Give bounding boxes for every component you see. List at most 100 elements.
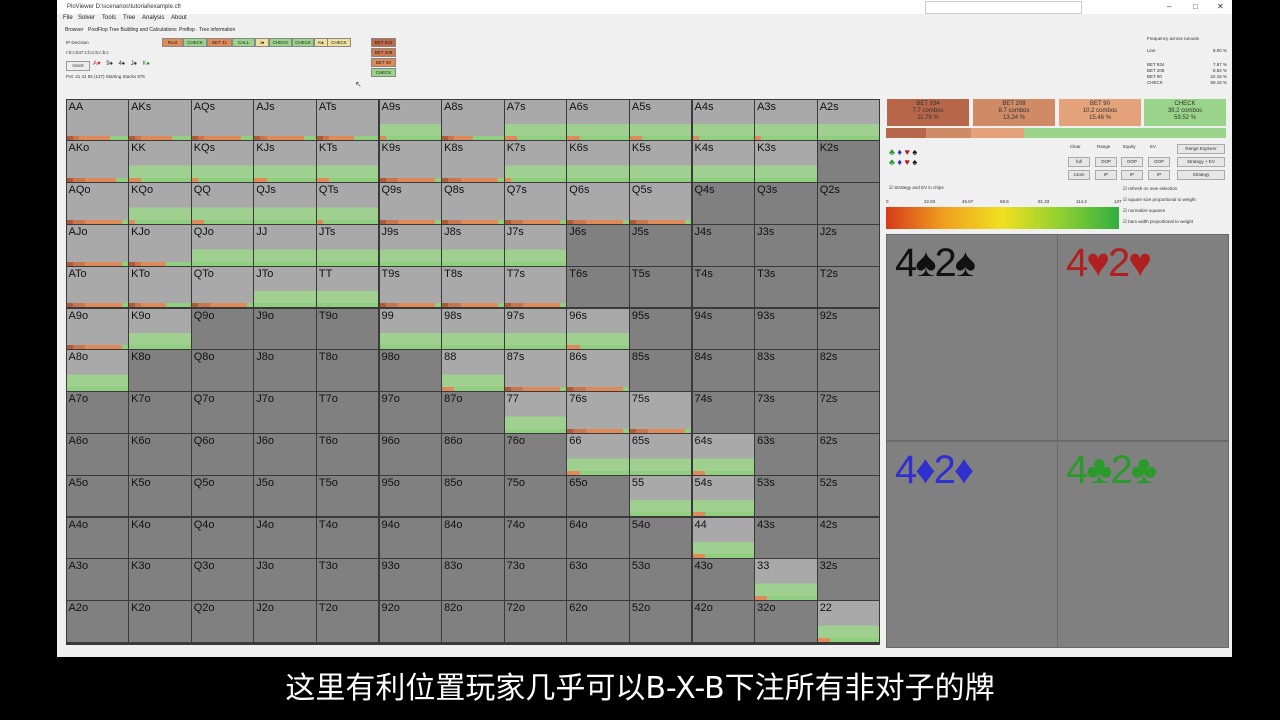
square-size-checkbox[interactable]: ☑ square size proportional to weight [1123, 197, 1196, 203]
hand-cell[interactable]: T3s [755, 266, 817, 308]
hand-cell[interactable]: Q3s [755, 183, 817, 224]
hand-cell[interactable]: T3o [316, 559, 379, 601]
hand-cell[interactable]: TT [316, 266, 379, 308]
hand-cell[interactable]: 53s [755, 475, 817, 517]
hand-cell[interactable]: T5o [316, 475, 379, 517]
hand-cell[interactable]: 97o [379, 392, 442, 433]
hand-cell[interactable]: 99 [379, 308, 442, 350]
action-choice-button[interactable]: BET 90 [371, 58, 396, 67]
combo-box[interactable]: 4♠2♠ [886, 234, 1058, 441]
hand-cell[interactable]: A8o [66, 350, 129, 392]
hand-cell[interactable]: Q8o [191, 350, 254, 392]
hand-cell[interactable]: 93s [755, 308, 817, 350]
hand-cell[interactable]: J9s [379, 224, 442, 266]
hand-cell[interactable]: Q5s [629, 183, 692, 224]
hand-cell[interactable]: Q2o [191, 601, 254, 642]
hand-cell[interactable]: 74o [504, 517, 567, 559]
strategy-ev-button[interactable]: Strategy + EV [1177, 157, 1225, 167]
hand-cell[interactable]: 83o [442, 559, 504, 601]
hand-cell[interactable]: 92s [817, 308, 880, 350]
hand-cell[interactable]: T9s [379, 266, 442, 308]
hand-cell[interactable]: J3o [254, 559, 316, 601]
hand-cell[interactable]: 76s [567, 392, 629, 433]
hand-cell[interactable]: JTs [316, 224, 379, 266]
hand-cell[interactable]: 85s [629, 350, 692, 392]
hand-cell[interactable]: 52s [817, 475, 880, 517]
hand-cell[interactable]: 76o [504, 433, 567, 475]
hand-cell[interactable]: 82s [817, 350, 880, 392]
diamond-icon[interactable]: ♦ [897, 147, 902, 157]
action-node-button[interactable]: Root [162, 38, 183, 47]
hand-cell[interactable]: Q2s [817, 183, 880, 224]
menu-about[interactable]: About [171, 15, 187, 21]
hand-cell[interactable]: QTo [191, 266, 254, 308]
hand-cell[interactable]: 52o [629, 601, 692, 642]
hand-cell[interactable]: 44 [692, 517, 755, 559]
action-choice-button[interactable]: CHECK [371, 68, 396, 77]
action-stat-box[interactable]: BET 90 10.2 combos 15.46 % [1059, 99, 1141, 126]
hand-cell[interactable]: 83s [755, 350, 817, 392]
action-stat-box[interactable]: CHECK 39.2 combos 59.52 % [1144, 99, 1226, 126]
hand-cell[interactable]: 72s [817, 392, 880, 433]
hand-cell[interactable]: K9o [129, 308, 191, 350]
hand-cell[interactable]: 88 [442, 350, 504, 392]
hand-cell[interactable]: 65s [629, 433, 692, 475]
hand-cell[interactable]: J5o [254, 475, 316, 517]
hand-cell[interactable]: J7o [254, 392, 316, 433]
hand-cell[interactable]: T6s [567, 266, 629, 308]
action-node-button[interactable]: CHECK [292, 38, 314, 47]
hand-cell[interactable]: 42s [817, 517, 880, 559]
strategy-ev-checkbox[interactable]: ☑ Strategy and EV in chips [889, 185, 944, 191]
hand-cell[interactable]: K2s [817, 141, 880, 183]
combo-box[interactable]: 4♣2♣ [1057, 441, 1229, 648]
hand-cell[interactable]: J6s [567, 224, 629, 266]
action-stat-box[interactable]: BET 208 8.7 combos 13.24 % [973, 99, 1055, 126]
close-icon[interactable]: ✕ [1217, 2, 1224, 11]
hand-cell[interactable]: J9o [254, 308, 316, 350]
hand-cell[interactable]: A2s [817, 99, 880, 141]
hand-cell[interactable]: K8s [442, 141, 504, 183]
hand-cell[interactable]: 65o [567, 475, 629, 517]
club-icon[interactable]: ♣ [889, 147, 895, 157]
hand-cell[interactable]: 96o [379, 433, 442, 475]
normalize-checkbox[interactable]: ☑ normalize squares [1123, 208, 1165, 214]
hand-cell[interactable]: 53o [629, 559, 692, 601]
hand-cell[interactable]: KTs [316, 141, 379, 183]
hand-cell[interactable]: K5o [129, 475, 191, 517]
hand-cell[interactable]: 62s [817, 433, 880, 475]
combo-box[interactable]: 4♦2♦ [886, 441, 1058, 648]
hand-cell[interactable]: Q7o [191, 392, 254, 433]
hand-cell[interactable]: 94o [379, 517, 442, 559]
tab-postflop[interactable]: PostFlop Tree Building and Calculations [88, 27, 177, 33]
hand-cell[interactable]: 98s [442, 308, 504, 350]
hand-cell[interactable]: K3o [129, 559, 191, 601]
hand-cell[interactable]: A3s [755, 99, 817, 141]
hand-cell[interactable]: A7s [504, 99, 567, 141]
hand-cell[interactable]: T5s [629, 266, 692, 308]
hand-cell[interactable]: J3s [755, 224, 817, 266]
strategy-button[interactable]: Strategy [1177, 170, 1225, 180]
refresh-checkbox[interactable]: ☑ refresh on new selection [1123, 186, 1177, 192]
hand-cell[interactable]: Q6s [567, 183, 629, 224]
hand-cell[interactable]: 82o [442, 601, 504, 642]
combo-box[interactable]: 4♥2♥ [1057, 234, 1229, 441]
tab-tree-information[interactable]: Tree information [199, 27, 235, 33]
hand-cell[interactable]: A9s [379, 99, 442, 141]
diamond-icon[interactable]: ♦ [897, 157, 902, 167]
hand-cell[interactable]: 87s [504, 350, 567, 392]
hand-cell[interactable]: 97s [504, 308, 567, 350]
hand-cell[interactable]: K8o [129, 350, 191, 392]
hand-cell[interactable]: 32o [755, 601, 817, 642]
hand-cell[interactable]: 75s [629, 392, 692, 433]
heart-icon[interactable]: ♥ [905, 147, 910, 157]
action-node-button[interactable]: K♠ [314, 38, 328, 47]
hand-cell[interactable]: K3s [755, 141, 817, 183]
hand-cell[interactable]: AKo [66, 141, 129, 183]
hand-cell[interactable]: Q7s [504, 183, 567, 224]
hand-cell[interactable]: QJo [191, 224, 254, 266]
hand-cell[interactable]: 84s [692, 350, 755, 392]
hand-cell[interactable]: K9s [379, 141, 442, 183]
equity-ip-button[interactable]: IP [1121, 170, 1143, 180]
hand-cell[interactable]: J2s [817, 224, 880, 266]
hand-cell[interactable]: A4s [692, 99, 755, 141]
